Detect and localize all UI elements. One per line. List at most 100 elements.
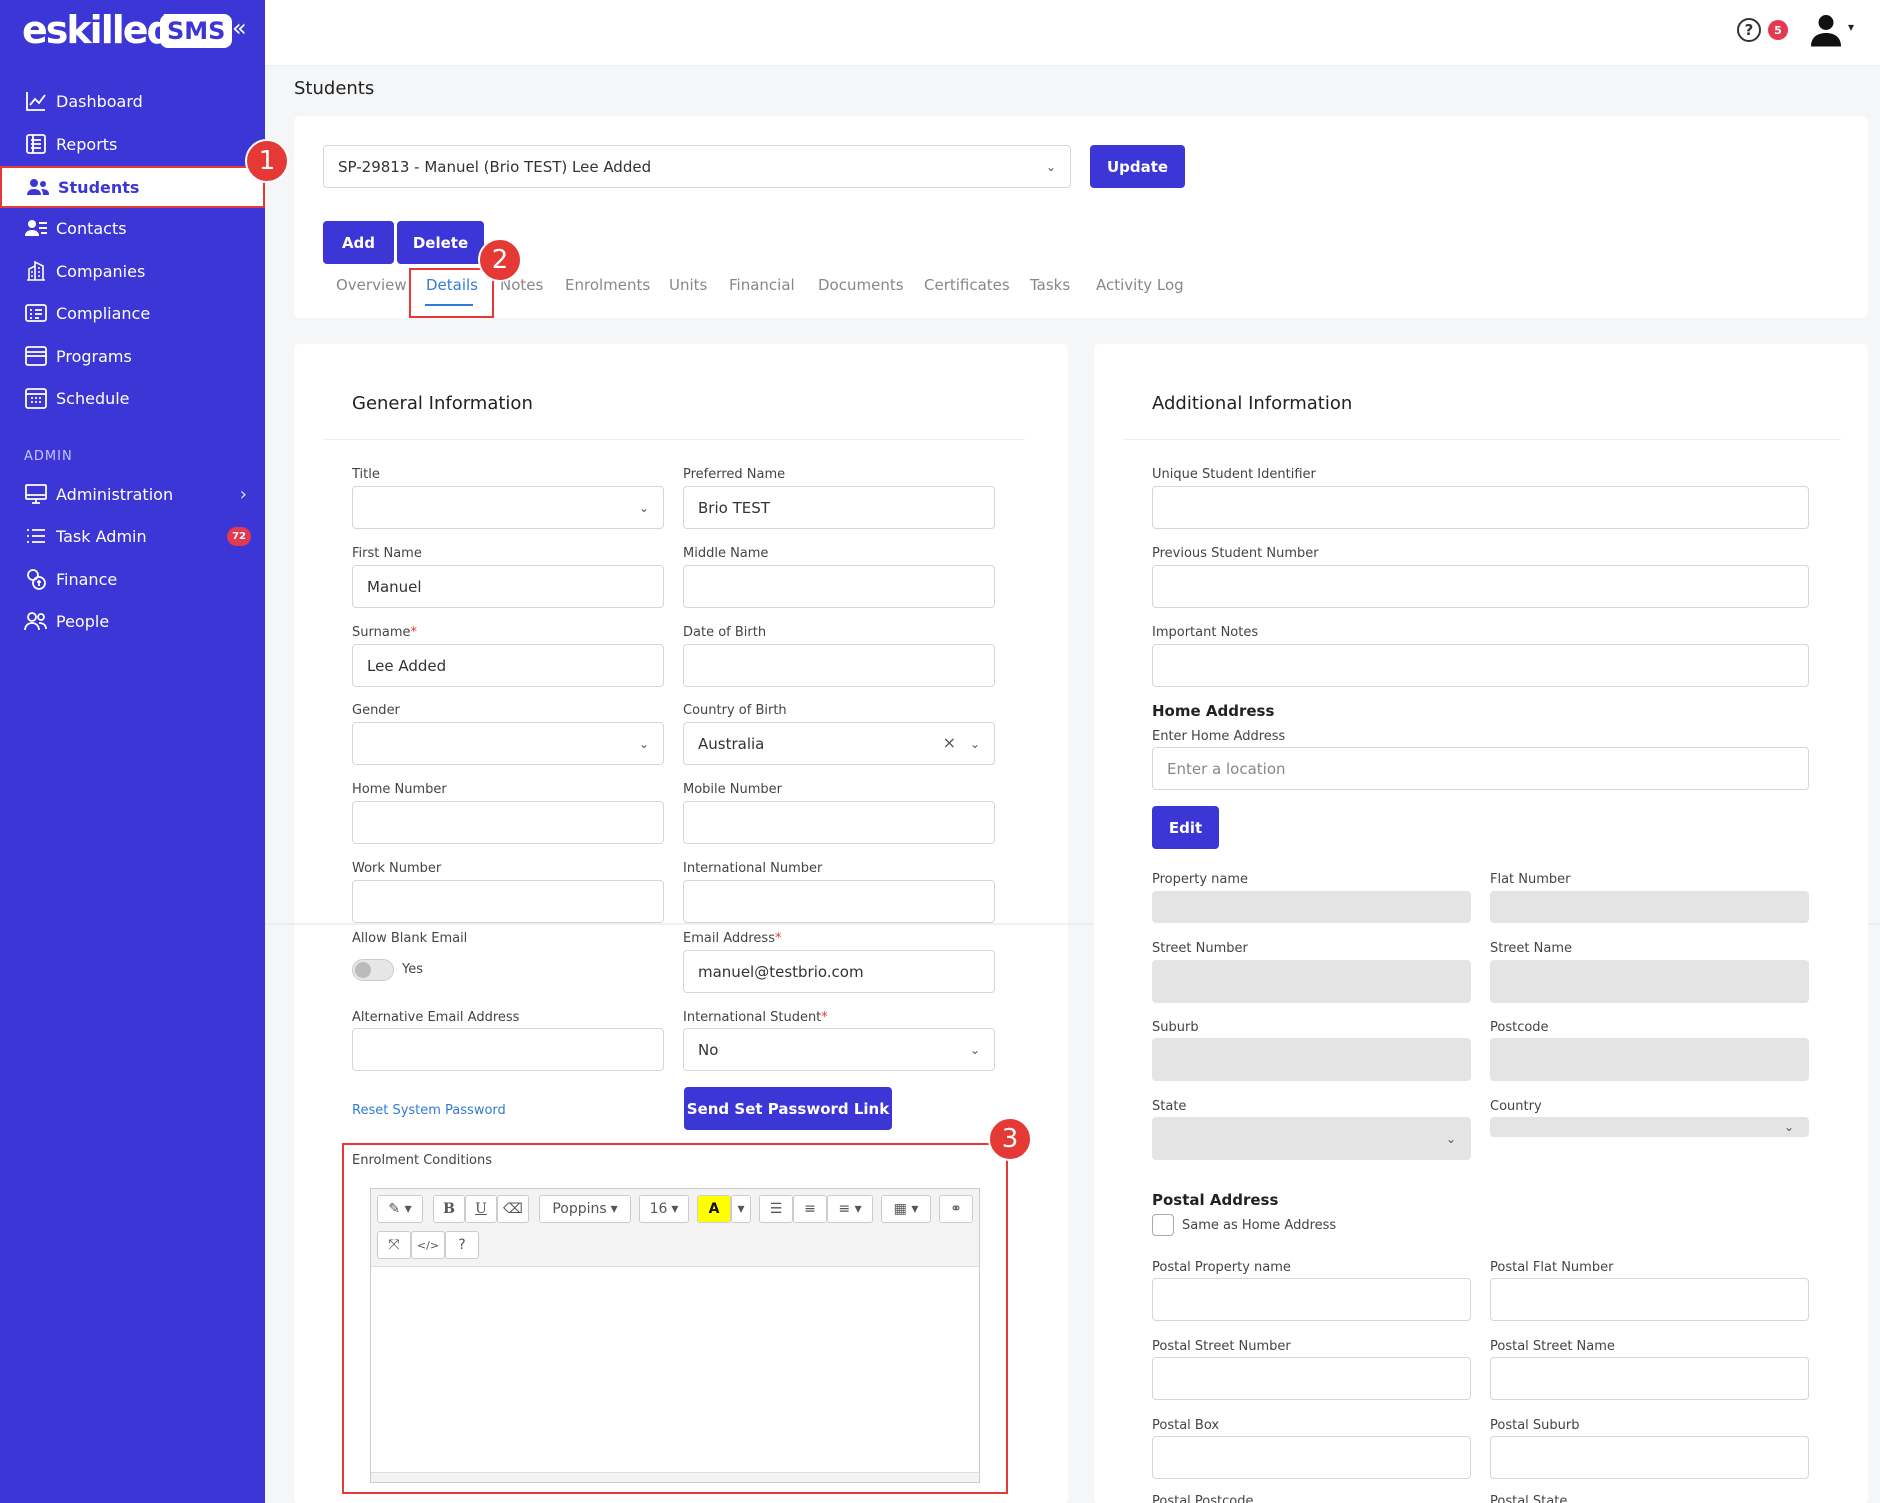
home-address-search[interactable]: Enter a location xyxy=(1152,747,1809,790)
sidebar-item-students[interactable]: Students xyxy=(0,166,265,208)
alt-email-field[interactable] xyxy=(352,1028,664,1071)
surname-field[interactable]: Lee Added xyxy=(352,644,664,687)
same-as-home-checkbox[interactable] xyxy=(1152,1214,1174,1236)
important-notes-field[interactable] xyxy=(1152,644,1809,687)
people-icon xyxy=(24,612,47,631)
usi-field[interactable] xyxy=(1152,486,1809,529)
sidebar-item-dashboard[interactable]: Dashboard xyxy=(0,81,265,121)
callout-marker-3: 3 xyxy=(988,1117,1032,1161)
divider xyxy=(1123,439,1841,440)
tab-units[interactable]: Units xyxy=(669,276,707,294)
sidebar-item-reports[interactable]: Reports xyxy=(0,124,265,164)
postal-street-name-field[interactable] xyxy=(1490,1357,1809,1400)
international-number-field[interactable] xyxy=(683,880,995,923)
help-icon[interactable]: ? xyxy=(1737,18,1761,42)
country-of-birth-label: Country of Birth xyxy=(683,703,787,718)
sidebar-item-label: Reports xyxy=(56,134,118,154)
underline-icon[interactable]: U xyxy=(465,1195,497,1223)
sidebar-item-administration[interactable]: Administration › xyxy=(0,474,265,514)
user-avatar-icon[interactable] xyxy=(1808,12,1844,48)
sidebar-item-schedule[interactable]: Schedule xyxy=(0,378,265,418)
sidebar-item-label: Companies xyxy=(56,261,146,281)
preferred-name-field[interactable]: Brio TEST xyxy=(683,486,995,529)
eraser-icon[interactable]: ⌫ xyxy=(497,1195,529,1223)
code-view-icon[interactable]: </> xyxy=(411,1231,445,1259)
sidebar-item-contacts[interactable]: Contacts xyxy=(0,208,265,248)
delete-button[interactable]: Delete xyxy=(397,221,484,264)
postal-box-field[interactable] xyxy=(1152,1436,1471,1479)
tab-documents[interactable]: Documents xyxy=(818,276,904,294)
gender-select[interactable]: ⌄ xyxy=(352,722,664,765)
numbered-list-icon[interactable]: ≡ xyxy=(793,1195,827,1223)
email-field[interactable]: manuel@testbrio.com xyxy=(683,950,995,993)
bold-icon[interactable]: B xyxy=(433,1195,465,1223)
help-icon[interactable]: ? xyxy=(445,1231,479,1259)
align-icon[interactable]: ≡ ▾ xyxy=(827,1195,873,1223)
student-selector[interactable]: SP-29813 - Manuel (Brio TEST) Lee Added … xyxy=(323,145,1071,188)
same-as-home-label: Same as Home Address xyxy=(1182,1218,1337,1233)
sidebar-item-companies[interactable]: Companies xyxy=(0,251,265,291)
country-label: Country xyxy=(1490,1099,1542,1114)
work-number-field[interactable] xyxy=(352,880,664,923)
font-family-select[interactable]: Poppins ▾ xyxy=(539,1195,631,1223)
add-button[interactable]: Add xyxy=(323,221,394,264)
title-select[interactable]: ⌄ xyxy=(352,486,664,529)
surname-label-text: Surname xyxy=(352,625,411,640)
highlight-color-icon[interactable]: A xyxy=(697,1195,731,1223)
tab-activity-log[interactable]: Activity Log xyxy=(1096,276,1184,294)
clear-icon[interactable]: × xyxy=(943,733,956,752)
postal-suburb-field[interactable] xyxy=(1490,1436,1809,1479)
reset-password-link[interactable]: Reset System Password xyxy=(352,1103,506,1118)
user-menu-caret-icon[interactable]: ▾ xyxy=(1848,20,1854,34)
magic-wand-icon[interactable]: ✎ ▾ xyxy=(377,1195,423,1223)
middle-name-field[interactable] xyxy=(683,565,995,608)
table-icon[interactable]: ▦ ▾ xyxy=(881,1195,931,1223)
tab-tasks[interactable]: Tasks xyxy=(1030,276,1070,294)
page-title: Students xyxy=(294,78,375,99)
postal-street-number-field[interactable] xyxy=(1152,1357,1471,1400)
dob-field[interactable] xyxy=(683,644,995,687)
notification-badge[interactable]: 5 xyxy=(1768,20,1788,40)
report-icon xyxy=(26,134,46,154)
bullet-list-icon[interactable]: ☰ xyxy=(759,1195,793,1223)
previous-student-number-field[interactable] xyxy=(1152,565,1809,608)
update-button[interactable]: Update xyxy=(1090,145,1185,188)
edit-address-button[interactable]: Edit xyxy=(1152,806,1219,849)
tab-enrolments[interactable]: Enrolments xyxy=(565,276,650,294)
tab-certificates[interactable]: Certificates xyxy=(924,276,1010,294)
sidebar-item-programs[interactable]: Programs xyxy=(0,336,265,376)
font-size-value: 16 xyxy=(649,1201,668,1217)
sidebar-item-people[interactable]: People xyxy=(0,601,265,641)
sidebar-item-compliance[interactable]: Compliance xyxy=(0,293,265,333)
tab-financial[interactable]: Financial xyxy=(729,276,795,294)
allow-blank-email-toggle[interactable] xyxy=(352,959,394,981)
collapse-sidebar-icon[interactable]: « xyxy=(232,14,247,42)
country-of-birth-select[interactable]: Australia × ⌄ xyxy=(683,722,995,765)
postcode-label: Postcode xyxy=(1490,1020,1549,1035)
resize-handle[interactable] xyxy=(371,1472,979,1482)
important-notes-label: Important Notes xyxy=(1152,625,1259,640)
sidebar-item-label: Students xyxy=(58,177,140,197)
student-selector-value: SP-29813 - Manuel (Brio TEST) Lee Added xyxy=(338,157,652,176)
fullscreen-icon[interactable]: ⤧ xyxy=(377,1231,411,1259)
sidebar-item-task-admin[interactable]: Task Admin 72 xyxy=(0,516,265,556)
callout-marker-2: 2 xyxy=(478,238,522,282)
font-size-select[interactable]: 16 ▾ xyxy=(639,1195,689,1223)
rich-text-editor[interactable]: ✎ ▾ B U ⌫ Poppins ▾ 16 ▾ A ▾ ☰ ≡ ≡ ▾ ▦ ▾… xyxy=(370,1188,980,1483)
postal-flat-field[interactable] xyxy=(1490,1278,1809,1321)
postal-property-field[interactable] xyxy=(1152,1278,1471,1321)
home-number-field[interactable] xyxy=(352,801,664,844)
chevron-down-icon: ⌄ xyxy=(969,736,980,751)
link-icon[interactable]: ⚭ xyxy=(939,1195,973,1223)
tab-overview[interactable]: Overview xyxy=(336,276,407,294)
send-password-link-button[interactable]: Send Set Password Link xyxy=(684,1087,892,1130)
sidebar-item-label: Contacts xyxy=(56,218,127,238)
sidebar-item-finance[interactable]: Finance xyxy=(0,559,265,599)
mobile-number-label: Mobile Number xyxy=(683,782,782,797)
work-number-label: Work Number xyxy=(352,861,442,876)
preferred-name-label: Preferred Name xyxy=(683,467,786,482)
color-dropdown-icon[interactable]: ▾ xyxy=(731,1195,751,1223)
international-student-select[interactable]: No ⌄ xyxy=(683,1028,995,1071)
mobile-number-field[interactable] xyxy=(683,801,995,844)
first-name-field[interactable]: Manuel xyxy=(352,565,664,608)
